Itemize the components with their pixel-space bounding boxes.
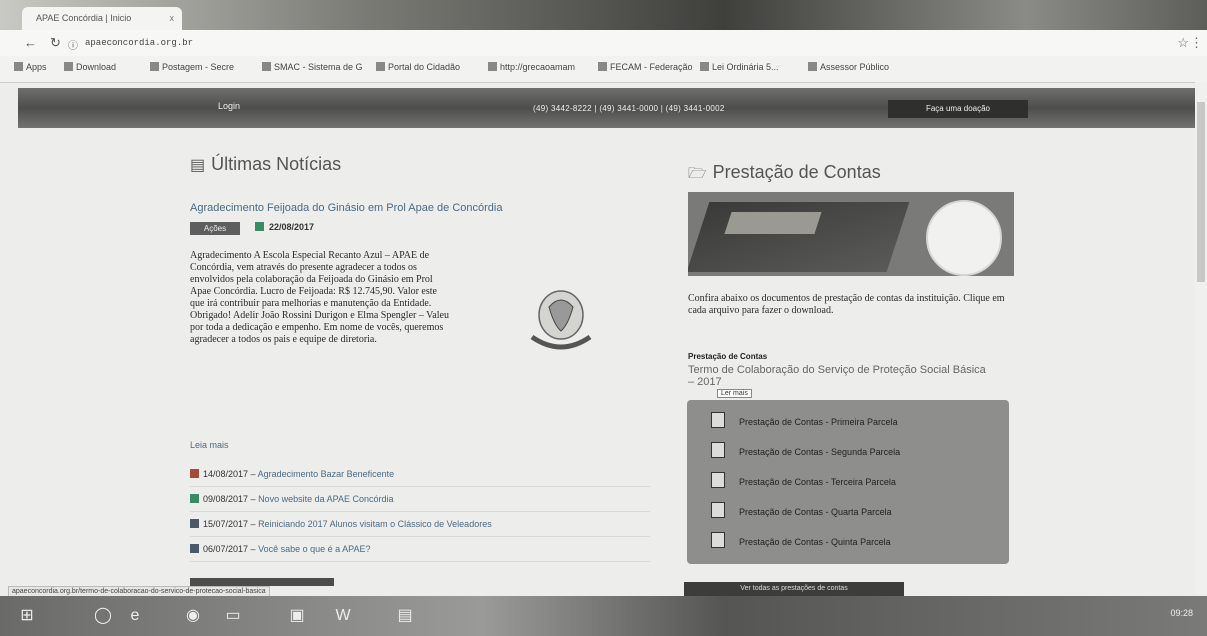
read-more-link[interactable]: Leia mais (190, 440, 229, 450)
accounts-description: Confira abaixo os documentos de prestaçã… (688, 293, 1005, 316)
back-icon[interactable]: ← (24, 35, 37, 50)
all-news-button[interactable] (190, 578, 334, 586)
os-taskbar: ⊞ ◯ e ◉ ▭ ▣ W ▤ 09:28 (0, 596, 1207, 636)
calendar-icon (190, 519, 199, 528)
apae-seal-image (926, 200, 1002, 276)
photos-icon[interactable]: ▣ (284, 604, 310, 628)
accounts-banner-image (688, 192, 1014, 276)
apae-emblem-image (530, 290, 592, 350)
app-icon[interactable]: ▤ (392, 604, 418, 628)
bookmark-item[interactable]: Portal do Cidadão (376, 62, 460, 72)
phone-numbers: (49) 3442-8222 | (49) 3441-0000 | (49) 3… (533, 104, 725, 113)
tab-bar: APAE Concórdia | Inicio x (0, 0, 1207, 30)
page-icon (700, 62, 709, 71)
login-link[interactable]: Login (218, 101, 240, 111)
newspaper-icon: ▤ (190, 157, 206, 174)
donate-button[interactable]: Faça uma doação (888, 100, 1028, 118)
accounts-subheading: Prestação de Contas (688, 352, 768, 361)
edge-icon[interactable]: e (122, 604, 148, 628)
tab-title: APAE Concórdia | Inicio (36, 13, 132, 23)
all-accounts-button[interactable]: Ver todas as prestações de contas (684, 582, 904, 596)
calendar-icon (190, 469, 199, 478)
chrome-icon[interactable]: ◉ (180, 604, 206, 628)
news-list-item[interactable]: 14/08/2017 – Agradecimento Bazar Benefic… (190, 462, 650, 487)
page-icon (808, 62, 817, 71)
folder-open-icon: 🗁 (688, 165, 707, 182)
taskbar-clock[interactable]: 09:28 (1170, 608, 1193, 618)
news-list: 14/08/2017 – Agradecimento Bazar Benefic… (190, 462, 650, 562)
explorer-icon[interactable]: ▭ (220, 604, 246, 628)
page-icon (376, 62, 385, 71)
accounts-term-title[interactable]: Termo de Colaboração do Serviço de Prote… (688, 364, 988, 388)
bookmark-item[interactable]: SMAC - Sistema de G (262, 62, 363, 72)
bookmark-star-icon[interactable]: ☆ (1177, 35, 1189, 51)
bookmarks-bar: Apps Download Postagem - Secre SMAC - Si… (0, 56, 1207, 83)
documents-panel: Prestação de Contas - Primeira Parcela P… (687, 400, 1009, 564)
news-heading: ▤ Últimas Notícias (190, 154, 342, 174)
document-link[interactable]: Prestação de Contas - Terceira Parcela (711, 472, 896, 492)
pdf-icon (711, 472, 725, 488)
cortana-icon[interactable]: ◯ (90, 604, 116, 628)
reload-icon[interactable]: ↻ (50, 35, 61, 51)
bookmark-item[interactable]: Postagem - Secre (150, 62, 234, 72)
pdf-icon (711, 532, 725, 548)
page-icon (262, 62, 271, 71)
url-field[interactable]: apaeconcordia.org.br (85, 38, 193, 48)
calendar-icon (255, 222, 264, 231)
news-list-item[interactable]: 15/07/2017 – Reiniciando 2017 Alunos vis… (190, 512, 650, 537)
document-link[interactable]: Prestação de Contas - Primeira Parcela (711, 412, 898, 432)
document-link[interactable]: Prestação de Contas - Segunda Parcela (711, 442, 900, 462)
featured-news-date: 22/08/2017 (255, 222, 314, 232)
news-list-item[interactable]: 09/08/2017 – Novo website da APAE Concór… (190, 487, 650, 512)
featured-news-title[interactable]: Agradecimento Feijoada do Ginásio em Pro… (190, 202, 502, 214)
page-icon (150, 62, 159, 71)
document-link[interactable]: Prestação de Contas - Quarta Parcela (711, 502, 892, 522)
pdf-icon (711, 502, 725, 518)
info-icon[interactable]: ⓘ (68, 37, 78, 52)
tab-close-icon[interactable]: x (170, 7, 175, 30)
bookmark-item[interactable]: Apps (14, 62, 47, 72)
bookmark-item[interactable]: Download (64, 62, 116, 72)
tooltip: Ler mais (717, 389, 752, 398)
pdf-icon (711, 412, 725, 428)
apps-icon (14, 62, 23, 71)
calendar-icon (190, 494, 199, 503)
category-tag[interactable]: Ações (190, 222, 240, 235)
bookmark-item[interactable]: http://grecaoamam (488, 62, 575, 72)
menu-icon[interactable]: ⋮ (1190, 35, 1203, 51)
scrollbar-thumb[interactable] (1197, 102, 1205, 282)
page-scrollbar[interactable] (1195, 82, 1207, 594)
news-list-item[interactable]: 06/07/2017 – Você sabe o que é a APAE? (190, 537, 650, 562)
bookmark-item[interactable]: Lei Ordinária 5... (700, 62, 779, 72)
calendar-icon (190, 544, 199, 553)
address-bar-row: ← ↻ ⓘ apaeconcordia.org.br ☆ ⋮ (0, 30, 1207, 56)
site-top-bar: Login (49) 3442-8222 | (49) 3441-0000 | … (18, 88, 1196, 128)
pdf-icon (711, 442, 725, 458)
document-link[interactable]: Prestação de Contas - Quinta Parcela (711, 532, 891, 552)
word-icon[interactable]: W (330, 604, 356, 628)
download-icon (64, 62, 73, 71)
accounts-heading: 🗁 Prestação de Contas (688, 162, 881, 182)
page-icon (598, 62, 607, 71)
featured-news-body: Agradecimento A Escola Especial Recanto … (190, 250, 449, 345)
start-icon[interactable]: ⊞ (14, 604, 40, 628)
bookmark-item[interactable]: Assessor Público (808, 62, 889, 72)
bookmark-item[interactable]: FECAM - Federação (598, 62, 693, 72)
calculator-screen (724, 212, 822, 234)
page-icon (488, 62, 497, 71)
browser-tab[interactable]: APAE Concórdia | Inicio x (22, 7, 182, 30)
